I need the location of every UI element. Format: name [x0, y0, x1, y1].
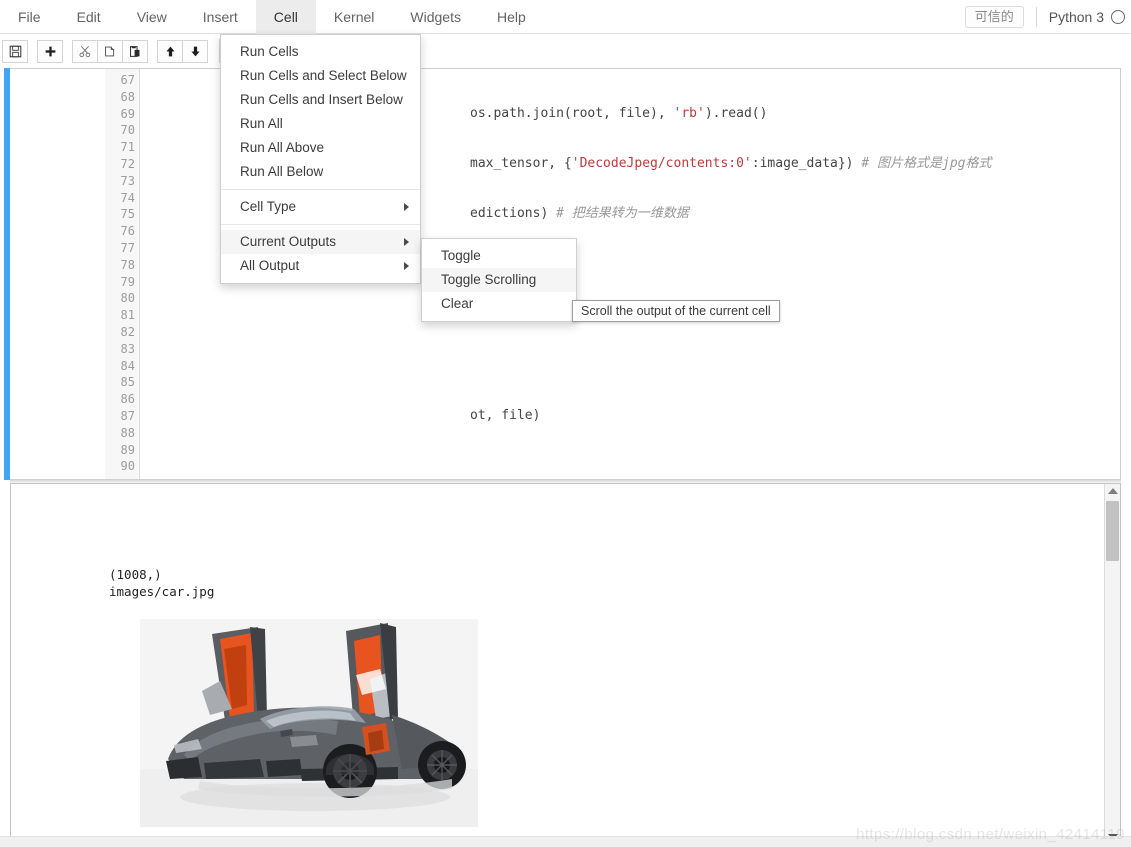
line-number: 76	[105, 223, 135, 240]
menu-option-run-cells-and-insert-below[interactable]: Run Cells and Insert Below	[221, 88, 420, 112]
notebook-body: 6768697071727374757677787980818283848586…	[0, 68, 1131, 847]
submenu-option-toggle-scrolling[interactable]: Toggle Scrolling	[422, 268, 576, 292]
chevron-right-icon	[404, 203, 409, 211]
line-number: 69	[105, 106, 135, 123]
trust-badge[interactable]: 可信的	[965, 6, 1024, 28]
paste-cell-button[interactable]	[122, 40, 148, 63]
copy-cell-button[interactable]	[97, 40, 123, 63]
menu-option-run-all[interactable]: Run All	[221, 112, 420, 136]
menu-item-help[interactable]: Help	[479, 0, 544, 34]
line-number: 80	[105, 290, 135, 307]
menu-option-run-all-below[interactable]: Run All Below	[221, 160, 420, 184]
header-divider	[1036, 7, 1037, 27]
line-number: 83	[105, 341, 135, 358]
toolbar-group-clipboard	[72, 40, 148, 63]
arrow-down-icon	[189, 45, 202, 58]
floppy-disk-icon	[9, 45, 22, 58]
submenu-option-toggle[interactable]: Toggle	[422, 244, 576, 268]
triangle-up-icon[interactable]	[1105, 484, 1120, 498]
line-number: 86	[105, 391, 135, 408]
scrollbar-thumb[interactable]	[1106, 501, 1119, 561]
menu-option-current-outputs-label: Current Outputs	[240, 234, 336, 249]
menu-option-run-cells[interactable]: Run Cells	[221, 40, 420, 64]
output-line-shape: (1008,)	[109, 566, 162, 583]
line-numbers: 6768697071727374757677787980818283848586…	[105, 72, 135, 475]
line-number: 74	[105, 190, 135, 207]
code-line-73: ot, file)	[148, 408, 1108, 425]
menu-item-insert[interactable]: Insert	[185, 0, 256, 34]
line-number: 79	[105, 274, 135, 291]
toolbar-group-insert	[37, 40, 63, 63]
code-line-74	[148, 458, 1108, 475]
menu-option-current-outputs[interactable]: Current Outputs	[221, 230, 420, 254]
menu-option-all-output[interactable]: All Output	[221, 254, 420, 278]
paste-icon	[128, 45, 142, 58]
line-number: 90	[105, 458, 135, 475]
cell-output-area[interactable]: (1008,) images/car.jpg	[10, 483, 1121, 845]
notebook-toolbar	[0, 34, 1131, 68]
cell-dropdown-menu[interactable]: Run Cells Run Cells and Select Below Run…	[220, 34, 421, 284]
menu-separator-2	[221, 224, 420, 225]
save-button[interactable]	[2, 40, 28, 63]
menu-option-cell-type-label: Cell Type	[240, 199, 296, 214]
line-number: 81	[105, 307, 135, 324]
cut-cell-button[interactable]	[72, 40, 98, 63]
line-number: 89	[105, 442, 135, 459]
jupyter-notebook-window: File Edit View Insert Cell Kernel Widget…	[0, 0, 1131, 847]
line-number: 84	[105, 358, 135, 375]
submenu-option-clear[interactable]: Clear	[422, 292, 576, 316]
line-number: 85	[105, 374, 135, 391]
menu-tooltip: Scroll the output of the current cell	[572, 300, 780, 322]
menu-item-cell[interactable]: Cell	[256, 0, 316, 34]
insert-cell-below-button[interactable]	[37, 40, 63, 63]
line-number: 82	[105, 324, 135, 341]
line-number: 68	[105, 89, 135, 106]
scissors-icon	[78, 45, 92, 58]
menu-option-cell-type[interactable]: Cell Type	[221, 195, 420, 219]
line-number: 88	[105, 425, 135, 442]
menu-item-edit[interactable]: Edit	[59, 0, 119, 34]
menu-option-run-cells-and-select-below[interactable]: Run Cells and Select Below	[221, 64, 420, 88]
toolbar-group-move	[157, 40, 208, 63]
line-number: 72	[105, 156, 135, 173]
line-number: 75	[105, 206, 135, 223]
menu-item-widgets[interactable]: Widgets	[392, 0, 479, 34]
line-number: 77	[105, 240, 135, 257]
menu-bar-items: File Edit View Insert Cell Kernel Widget…	[0, 0, 544, 34]
menu-separator-1	[221, 189, 420, 190]
line-number: 70	[105, 122, 135, 139]
toolbar-group-save	[2, 40, 28, 63]
line-number: 87	[105, 408, 135, 425]
chevron-right-icon	[404, 238, 409, 246]
sports-car-photo	[140, 619, 478, 827]
line-number: 73	[105, 173, 135, 190]
code-line-72	[148, 358, 1108, 375]
kernel-name-label: Python 3	[1049, 9, 1104, 25]
idle-circle-icon	[1111, 10, 1125, 24]
output-line-path: images/car.jpg	[109, 583, 214, 600]
menu-bar: File Edit View Insert Cell Kernel Widget…	[0, 0, 1131, 34]
page-bottom-strip	[0, 836, 1131, 847]
copy-icon	[103, 45, 117, 58]
menu-item-file[interactable]: File	[0, 0, 59, 34]
move-cell-down-button[interactable]	[182, 40, 208, 63]
menu-option-run-all-above[interactable]: Run All Above	[221, 136, 420, 160]
output-scrollbar[interactable]	[1104, 484, 1120, 844]
chevron-right-icon	[404, 262, 409, 270]
menu-option-all-output-label: All Output	[240, 258, 299, 273]
arrow-up-icon	[164, 45, 177, 58]
plus-icon	[44, 45, 57, 58]
menu-item-view[interactable]: View	[119, 0, 185, 34]
line-number: 78	[105, 257, 135, 274]
move-cell-up-button[interactable]	[157, 40, 183, 63]
line-number: 67	[105, 72, 135, 89]
header-right-group: 可信的 Python 3	[965, 0, 1125, 34]
menu-item-kernel[interactable]: Kernel	[316, 0, 392, 34]
line-number: 71	[105, 139, 135, 156]
current-outputs-submenu[interactable]: Toggle Toggle Scrolling Clear	[421, 238, 577, 322]
